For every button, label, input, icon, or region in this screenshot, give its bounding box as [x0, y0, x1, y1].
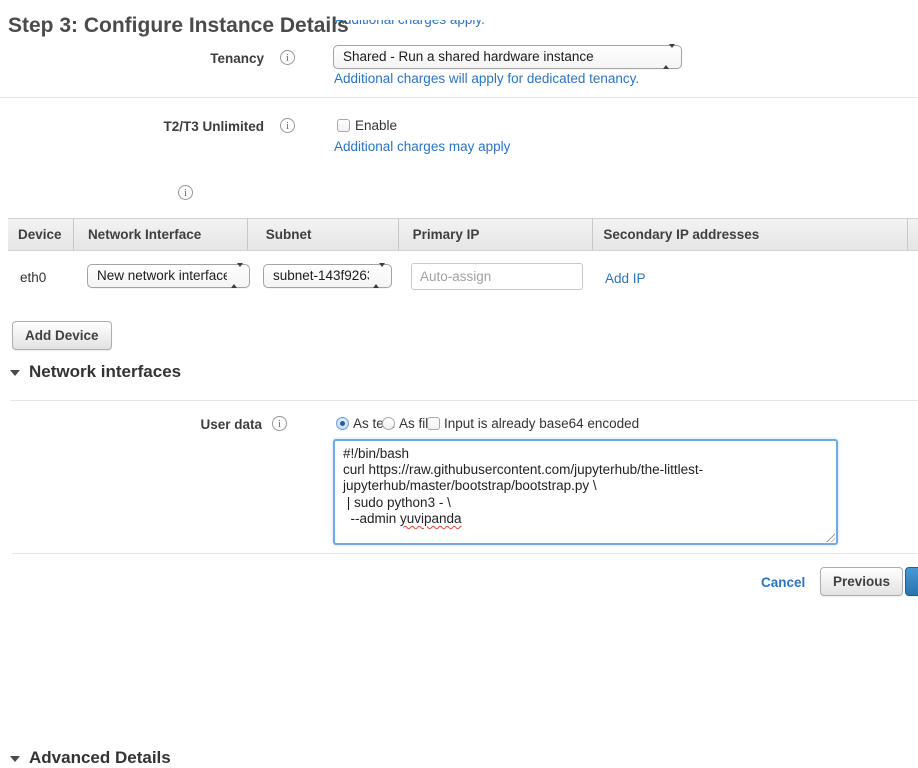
divider: [0, 97, 918, 98]
subnet-select[interactable]: subnet-143f9263: [263, 264, 392, 288]
table-header-filler: [908, 219, 918, 250]
subnet-select-value: subnet-143f9263: [273, 265, 369, 287]
tenancy-select[interactable]: Shared - Run a shared hardware instance: [333, 45, 682, 69]
enable-checkbox-label: Enable: [355, 118, 397, 133]
tenancy-charges-link[interactable]: Additional charges will apply for dedica…: [334, 71, 639, 86]
advanced-details-section-header[interactable]: Advanced Details: [0, 373, 200, 397]
tenancy-label: Tenancy: [0, 51, 264, 66]
primary-ip-input[interactable]: [411, 263, 583, 290]
section-title: Advanced Details: [29, 748, 171, 768]
table-header-network-interface: Network Interface: [74, 219, 248, 250]
user-data-label: User data: [0, 417, 262, 432]
t2t3-unlimited-label: T2/T3 Unlimited: [0, 119, 264, 134]
stepper-icon: [231, 267, 243, 285]
t2t3-charges-link[interactable]: Additional charges may apply: [334, 139, 510, 154]
divider: [12, 553, 918, 554]
info-icon[interactable]: i: [178, 185, 193, 200]
as-text-radio[interactable]: [336, 417, 349, 430]
device-cell: eth0: [20, 270, 46, 285]
info-icon[interactable]: i: [280, 118, 295, 133]
network-interface-select[interactable]: New network interface: [87, 264, 250, 288]
disclosure-triangle-icon: [10, 756, 20, 767]
table-header-secondary-ip: Secondary IP addresses: [593, 219, 908, 250]
primary-button-partial[interactable]: [905, 567, 918, 596]
user-data-textarea[interactable]: #!/bin/bashcurl https://raw.githubuserco…: [333, 439, 838, 545]
as-file-radio[interactable]: [382, 417, 395, 430]
resize-handle-icon[interactable]: [825, 532, 835, 542]
info-icon[interactable]: i: [272, 416, 287, 431]
base64-checkbox[interactable]: [427, 417, 440, 430]
additional-charges-link[interactable]: Additional charges apply.: [335, 20, 555, 27]
table-header-primary-ip: Primary IP: [399, 219, 594, 250]
page-title: Step 3: Configure Instance Details: [8, 14, 349, 38]
stepper-icon: [663, 48, 675, 66]
enable-checkbox[interactable]: [337, 119, 350, 132]
network-interfaces-table-header: Device Network Interface Subnet Primary …: [8, 218, 918, 251]
info-icon[interactable]: i: [280, 50, 295, 65]
tenancy-select-value: Shared - Run a shared hardware instance: [343, 46, 659, 68]
add-device-button[interactable]: Add Device: [12, 321, 112, 350]
divider: [10, 400, 918, 401]
previous-button[interactable]: Previous: [820, 567, 903, 596]
add-ip-link[interactable]: Add IP: [605, 271, 646, 286]
base64-checkbox-label: Input is already base64 encoded: [444, 416, 639, 431]
clipped-note-box: Additional charges apply.: [335, 20, 555, 32]
stepper-icon: [373, 267, 385, 285]
cancel-link[interactable]: Cancel: [761, 575, 805, 590]
table-header-device: Device: [8, 219, 74, 250]
network-interface-select-value: New network interface: [97, 265, 227, 287]
table-header-subnet: Subnet: [248, 219, 399, 250]
